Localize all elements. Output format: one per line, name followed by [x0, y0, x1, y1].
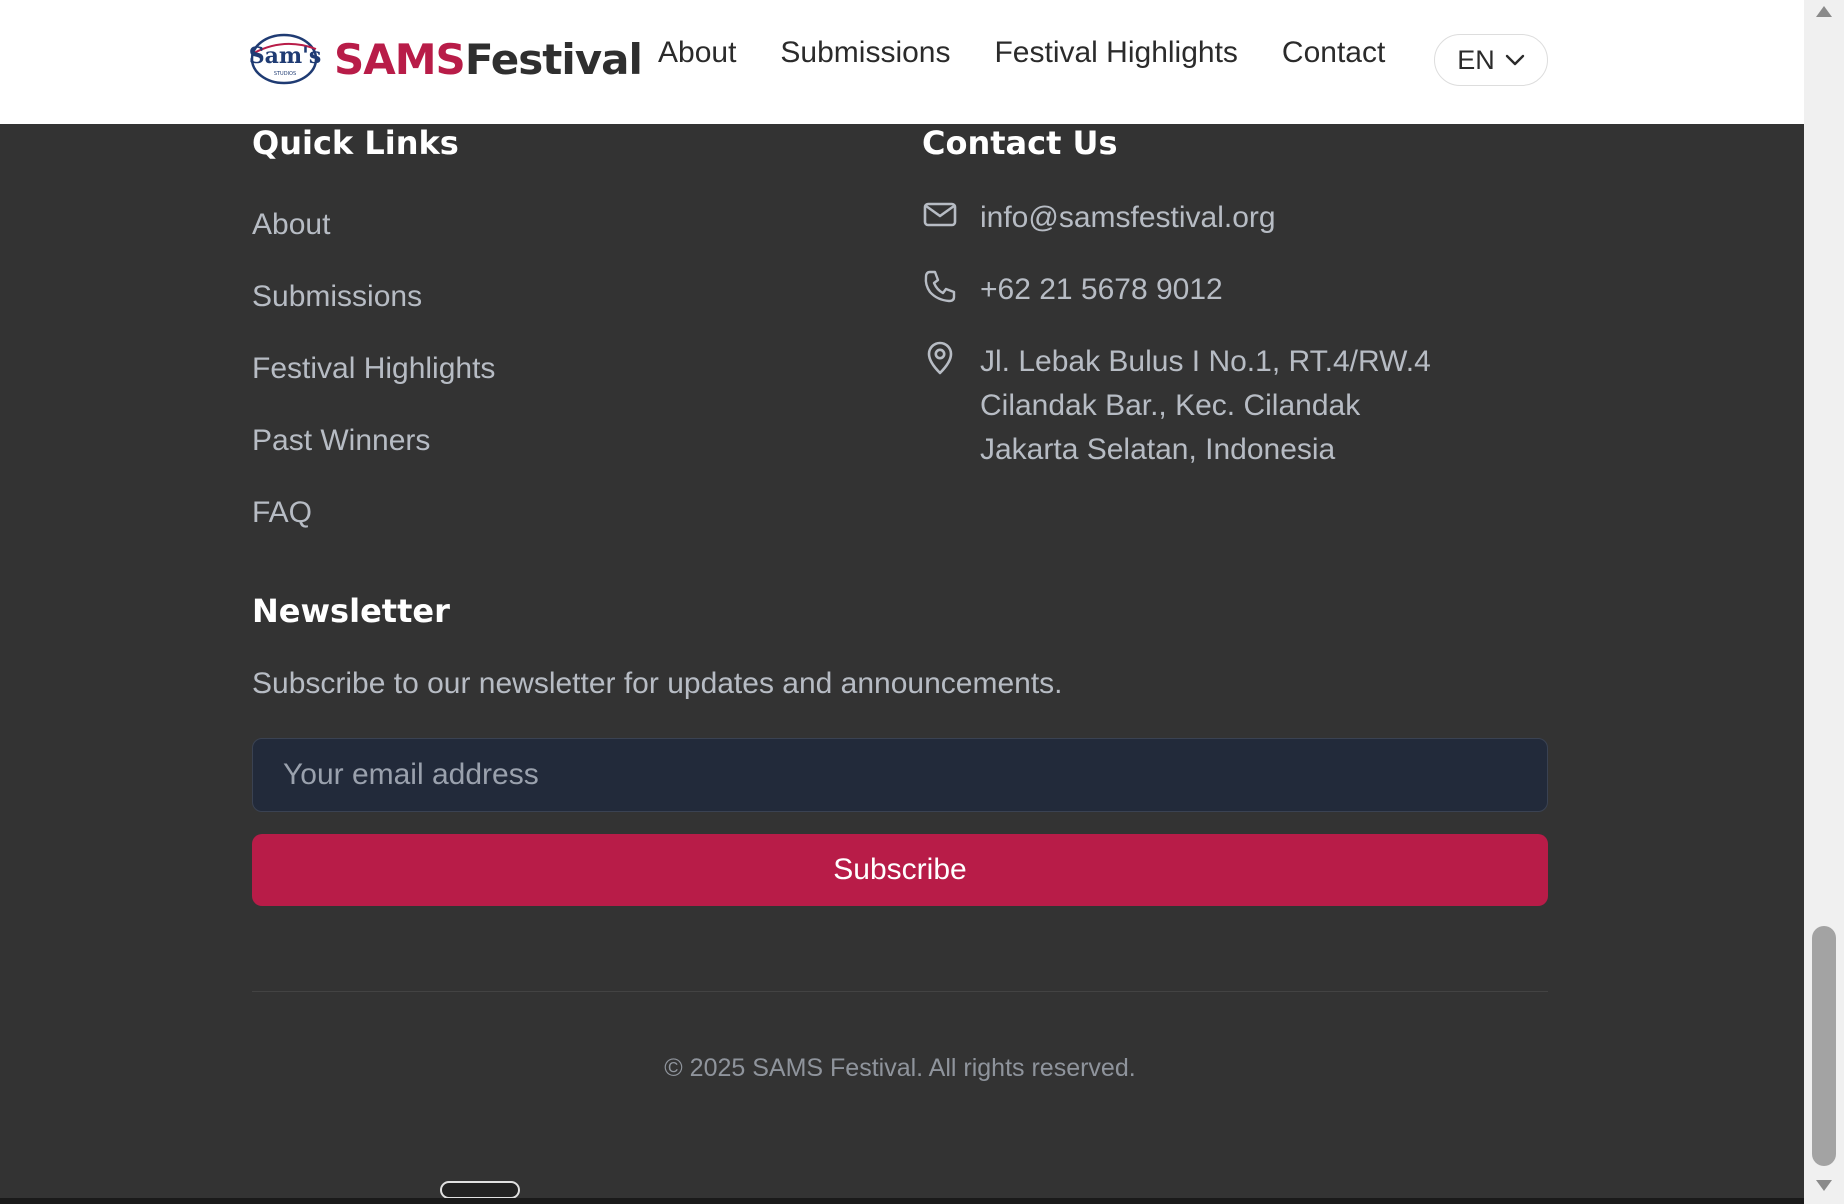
contact-email-link[interactable]: info@samsfestival.org [980, 196, 1276, 240]
chevron-down-icon [1505, 54, 1524, 66]
footer-link-past-winners[interactable]: Past Winners [252, 424, 430, 458]
language-selected: EN [1457, 44, 1495, 75]
address-line-2: Cilandak Bar., Kec. Cilandak [980, 389, 1361, 422]
brand-name: SAMSFestival [334, 34, 643, 84]
window-bottom-edge [0, 1198, 1804, 1204]
vertical-scrollbar[interactable] [1804, 0, 1844, 1204]
contact-address-row: Jl. Lebak Bulus I No.1, RT.4/RW.4 Ciland… [922, 340, 1431, 472]
site-footer: Quick Links About Submissions Festival H… [0, 124, 1804, 1204]
contact-us-title: Contact Us [922, 124, 1118, 162]
subscribe-button[interactable]: Subscribe [252, 834, 1548, 906]
phone-icon [924, 270, 956, 303]
footer-link-festival-highlights[interactable]: Festival Highlights [252, 352, 495, 386]
svg-text:Sam's: Sam's [249, 43, 322, 69]
mail-icon [923, 202, 957, 227]
svg-text:STUDIOS: STUDIOS [274, 71, 296, 77]
site-header: Sam's STUDIOS SAMSFestival About Submiss… [0, 0, 1804, 124]
brand-name-part1: SAMS [334, 34, 466, 84]
scrollbar-thumb[interactable] [1812, 926, 1836, 1166]
quick-links-title: Quick Links [252, 124, 459, 162]
footer-link-submissions[interactable]: Submissions [252, 280, 422, 314]
sams-studios-logo-icon: Sam's STUDIOS [249, 33, 322, 85]
nav-festival-highlights[interactable]: Festival Highlights [994, 36, 1237, 70]
floating-handle[interactable] [440, 1181, 520, 1199]
footer-link-faq[interactable]: FAQ [252, 496, 312, 530]
address-line-1: Jl. Lebak Bulus I No.1, RT.4/RW.4 [980, 345, 1431, 378]
main-nav: About Submissions Festival Highlights Co… [658, 36, 1429, 70]
copyright-text: © 2025 SAMS Festival. All rights reserve… [664, 1054, 1136, 1082]
contact-email-row: info@samsfestival.org [922, 196, 1276, 240]
footer-link-about[interactable]: About [252, 208, 330, 242]
site-logo[interactable]: Sam's STUDIOS SAMSFestival [248, 31, 643, 87]
map-pin-icon [927, 341, 953, 375]
scroll-down-arrow-icon[interactable] [1814, 1178, 1834, 1194]
brand-name-part2: Festival [464, 34, 643, 84]
contact-phone-row: +62 21 5678 9012 [922, 268, 1223, 312]
address-line-3: Jakarta Selatan, Indonesia [980, 433, 1336, 466]
language-selector[interactable]: EN [1434, 34, 1548, 86]
contact-address: Jl. Lebak Bulus I No.1, RT.4/RW.4 Ciland… [980, 340, 1431, 472]
newsletter-description: Subscribe to our newsletter for updates … [252, 667, 1063, 700]
nav-submissions[interactable]: Submissions [780, 36, 950, 70]
contact-phone-link[interactable]: +62 21 5678 9012 [980, 268, 1223, 312]
nav-about[interactable]: About [658, 36, 736, 70]
scroll-up-arrow-icon[interactable] [1814, 3, 1834, 19]
newsletter-email-input[interactable] [252, 738, 1548, 812]
newsletter-title: Newsletter [252, 592, 450, 630]
footer-divider [252, 991, 1548, 992]
nav-contact[interactable]: Contact [1282, 36, 1385, 70]
